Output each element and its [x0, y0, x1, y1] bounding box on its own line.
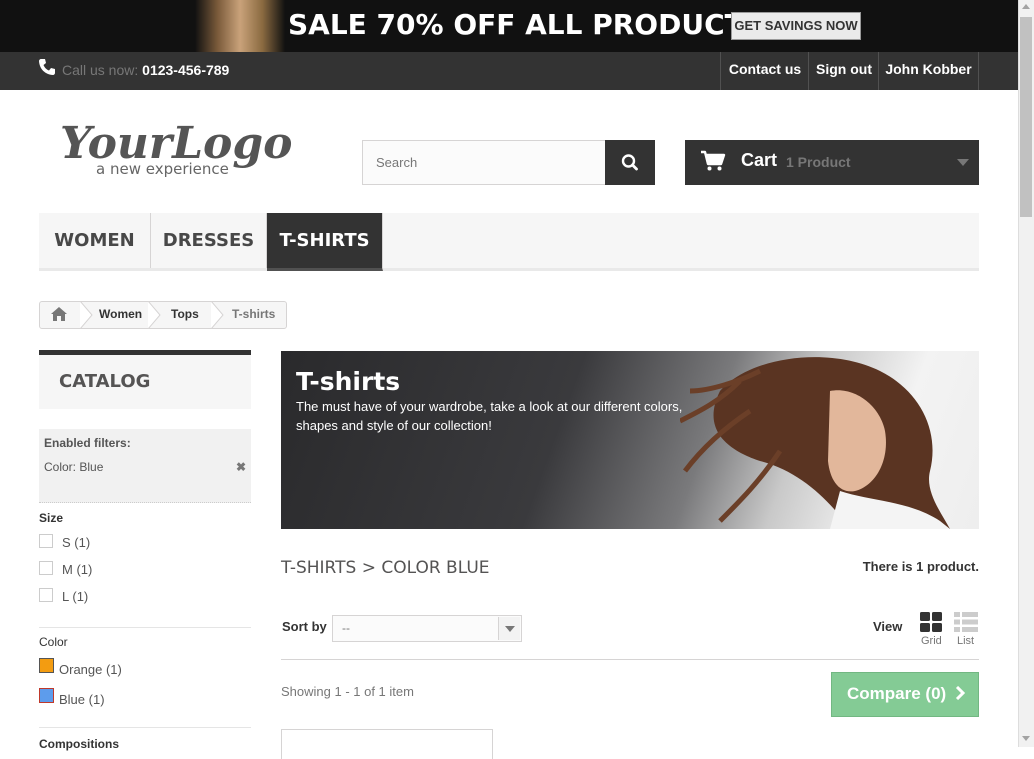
list-view-label[interactable]: List [957, 635, 974, 647]
size-l-checkbox[interactable] [39, 588, 53, 602]
breadcrumb-separator [80, 301, 93, 329]
sign-out-link[interactable]: Sign out [808, 52, 879, 90]
grid-view-label[interactable]: Grid [921, 635, 942, 647]
filter-divider [39, 727, 251, 728]
breadcrumb-tshirts: T-shirts [232, 307, 276, 321]
product-count: There is 1 product. [862, 559, 979, 574]
blue-color-swatch[interactable] [39, 688, 54, 703]
toolbar-divider [281, 659, 979, 660]
search-button[interactable] [605, 140, 655, 185]
view-label: View [873, 619, 903, 634]
sort-dropdown-button[interactable] [498, 617, 520, 640]
call-us-text: Call us now: 0123-456-789 [62, 62, 229, 78]
contact-us-link[interactable]: Contact us [720, 52, 809, 90]
category-heading: T-SHIRTS > COLOR BLUE [281, 558, 490, 578]
compositions-filter-label: Compositions [39, 737, 119, 751]
filter-divider [39, 627, 251, 628]
menu-item-tshirts[interactable]: T-SHIRTS [267, 213, 383, 271]
size-m-label[interactable]: M (1) [62, 562, 92, 577]
breadcrumb-tops[interactable]: Tops [171, 307, 199, 321]
scroll-down-arrow[interactable] [1022, 736, 1030, 741]
search-icon [621, 154, 638, 171]
remove-filter-icon[interactable]: ✖ [236, 460, 246, 474]
phone-number: 0123-456-789 [142, 62, 230, 78]
color-filter-label: Color [39, 635, 68, 649]
home-icon[interactable] [50, 306, 68, 322]
cart-dropdown-icon[interactable] [957, 159, 969, 166]
enabled-filters-label: Enabled filters: [44, 436, 131, 450]
account-link[interactable]: John Kobber [878, 52, 979, 90]
scroll-up-arrow[interactable] [1022, 4, 1030, 9]
product-card[interactable] [281, 729, 493, 759]
category-description: The must have of your wardrobe, take a l… [296, 399, 683, 433]
get-savings-button[interactable]: GET SAVINGS NOW [731, 12, 861, 40]
size-m-checkbox[interactable] [39, 561, 53, 575]
grid-view-icon[interactable] [920, 612, 942, 632]
chevron-right-icon [955, 686, 965, 700]
list-view-icon[interactable] [954, 612, 978, 632]
chevron-down-icon [505, 626, 515, 632]
sort-by-select[interactable] [332, 615, 522, 642]
banner-headline: SALE 70% OFF ALL PRODUCTS [288, 8, 764, 41]
scrollbar-thumb[interactable] [1020, 17, 1032, 217]
breadcrumb-separator [211, 301, 224, 329]
blue-color-label[interactable]: Blue (1) [59, 692, 105, 707]
orange-color-swatch[interactable] [39, 658, 54, 673]
catalog-title: CATALOG [59, 371, 151, 392]
breadcrumb-separator [148, 301, 161, 329]
breadcrumb-women[interactable]: Women [99, 307, 142, 321]
sort-by-label: Sort by [282, 619, 327, 634]
cart-label: Cart [741, 150, 778, 170]
sort-by-value: -- [342, 621, 350, 635]
cart-count: 1 Product [786, 154, 851, 170]
size-l-label[interactable]: L (1) [62, 589, 88, 604]
phone-icon [39, 59, 55, 75]
shopping-cart-icon [701, 150, 726, 171]
category-name: T-shirts [296, 367, 401, 396]
orange-color-label[interactable]: Orange (1) [59, 662, 122, 677]
showing-count: Showing 1 - 1 of 1 item [281, 684, 414, 699]
menu-item-dresses[interactable]: DRESSES [151, 213, 267, 268]
search-input[interactable] [362, 140, 606, 185]
category-banner-model-image [680, 357, 950, 529]
enabled-filter-color: Color: Blue [44, 460, 104, 474]
size-s-label[interactable]: S (1) [62, 535, 90, 550]
call-label: Call us now: [62, 62, 139, 78]
store-logo[interactable]: YourLogo a new experience [60, 108, 300, 188]
menu-item-women[interactable]: WOMEN [39, 213, 151, 268]
size-s-checkbox[interactable] [39, 534, 53, 548]
logo-tagline: a new experience [96, 160, 229, 178]
size-filter-label: Size [39, 511, 64, 525]
banner-model-image [195, 0, 285, 52]
